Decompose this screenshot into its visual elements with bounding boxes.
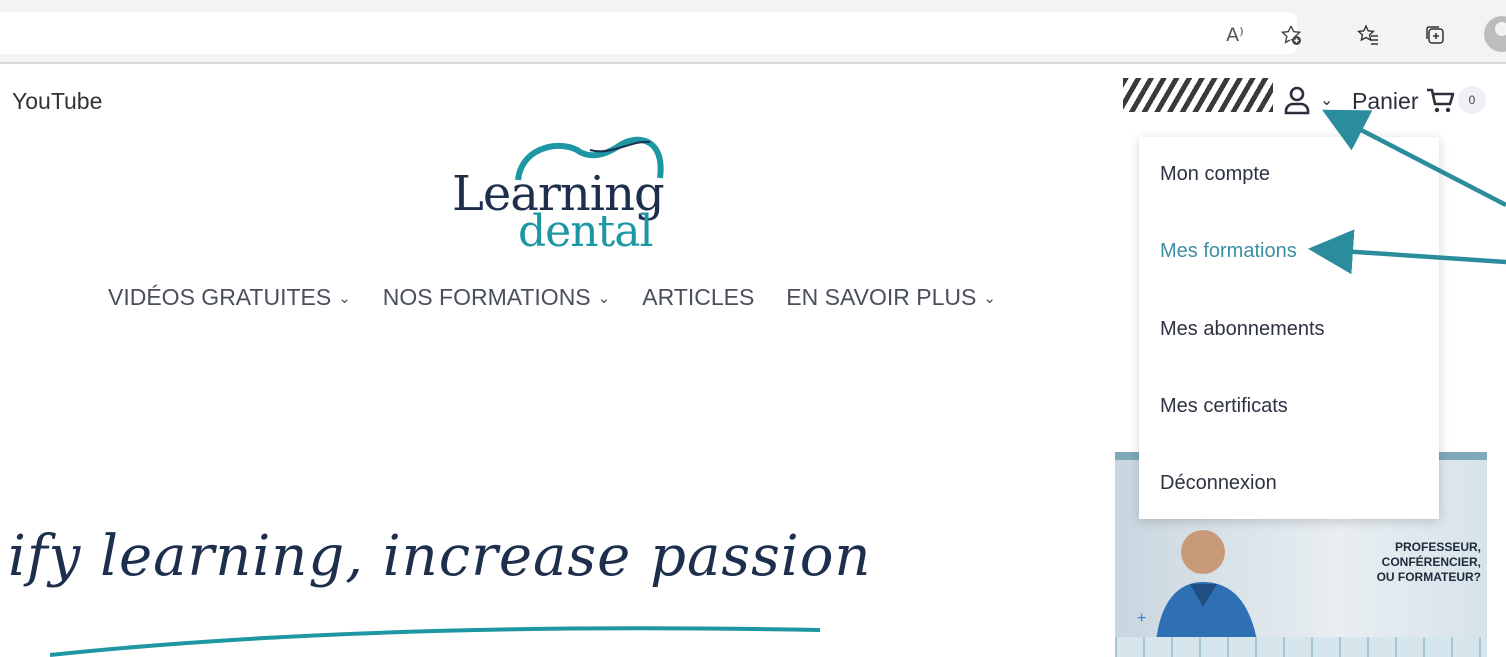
banner-dentist-image — [1155, 530, 1260, 657]
profile-avatar[interactable] — [1484, 16, 1506, 52]
nav-item-videos-gratuites[interactable]: VIDÉOS GRATUITES ⌄ — [108, 284, 351, 311]
favorites-icon[interactable] — [1355, 22, 1381, 48]
slogan-swoosh — [50, 626, 821, 657]
main-nav: VIDÉOS GRATUITES ⌄ NOS FORMATIONS ⌄ ARTICL… — [108, 284, 1028, 311]
nav-item-label: EN SAVOIR PLUS — [786, 284, 977, 310]
site-logo[interactable]: Learning dental — [440, 130, 680, 260]
menu-item-mes-formations[interactable]: Mes formations — [1160, 240, 1297, 263]
nav-item-label: ARTICLES — [642, 284, 755, 310]
nav-item-nos-formations[interactable]: NOS FORMATIONS ⌄ — [383, 284, 610, 311]
menu-item-mon-compte[interactable]: Mon compte — [1160, 163, 1270, 186]
banner-headline: PROFESSEUR, CONFÉRENCIER, OU FORMATEUR? — [1311, 540, 1481, 585]
menu-item-deconnexion[interactable]: Déconnexion — [1160, 472, 1277, 495]
user-account-menu: Mon compte Mes formations Mes abonnement… — [1139, 137, 1439, 519]
collections-icon[interactable] — [1422, 22, 1448, 48]
chevron-down-icon: ⌄ — [597, 289, 611, 307]
browser-toolbar: A⁾ — [0, 0, 1506, 64]
nav-item-articles[interactable]: ARTICLES — [642, 284, 754, 311]
redacted-area — [1123, 78, 1273, 112]
menu-item-mes-certificats[interactable]: Mes certificats — [1160, 395, 1288, 418]
cart-count-badge: 0 — [1458, 86, 1486, 114]
chevron-down-icon: ⌄ — [983, 289, 996, 307]
youtube-link[interactable]: YouTube — [12, 88, 102, 115]
chevron-down-icon[interactable]: ⌄ — [1320, 90, 1333, 110]
cart-label[interactable]: Panier — [1352, 88, 1418, 115]
chevron-down-icon: ⌄ — [338, 289, 351, 307]
menu-item-mes-abonnements[interactable]: Mes abonnements — [1160, 318, 1325, 341]
nav-item-label: NOS FORMATIONS — [382, 284, 591, 310]
address-bar[interactable] — [0, 12, 1297, 54]
banner-bottom-border — [1115, 637, 1487, 657]
nav-item-label: VIDÉOS GRATUITES — [108, 284, 332, 310]
slogan-text: ify learning, increase passion — [8, 524, 872, 589]
logo-text-dental: dental — [518, 206, 654, 257]
nav-item-en-savoir-plus[interactable]: EN SAVOIR PLUS ⌄ — [786, 284, 996, 311]
add-favorite-icon[interactable] — [1278, 22, 1304, 48]
plus-icon: + — [1137, 610, 1147, 627]
read-aloud-icon[interactable]: A⁾ — [1222, 22, 1248, 48]
cart-icon[interactable] — [1425, 85, 1455, 115]
banner-line-2: OU FORMATEUR? — [1376, 570, 1481, 584]
user-icon[interactable] — [1283, 85, 1311, 115]
banner-line-1: PROFESSEUR, CONFÉRENCIER, — [1381, 540, 1481, 569]
